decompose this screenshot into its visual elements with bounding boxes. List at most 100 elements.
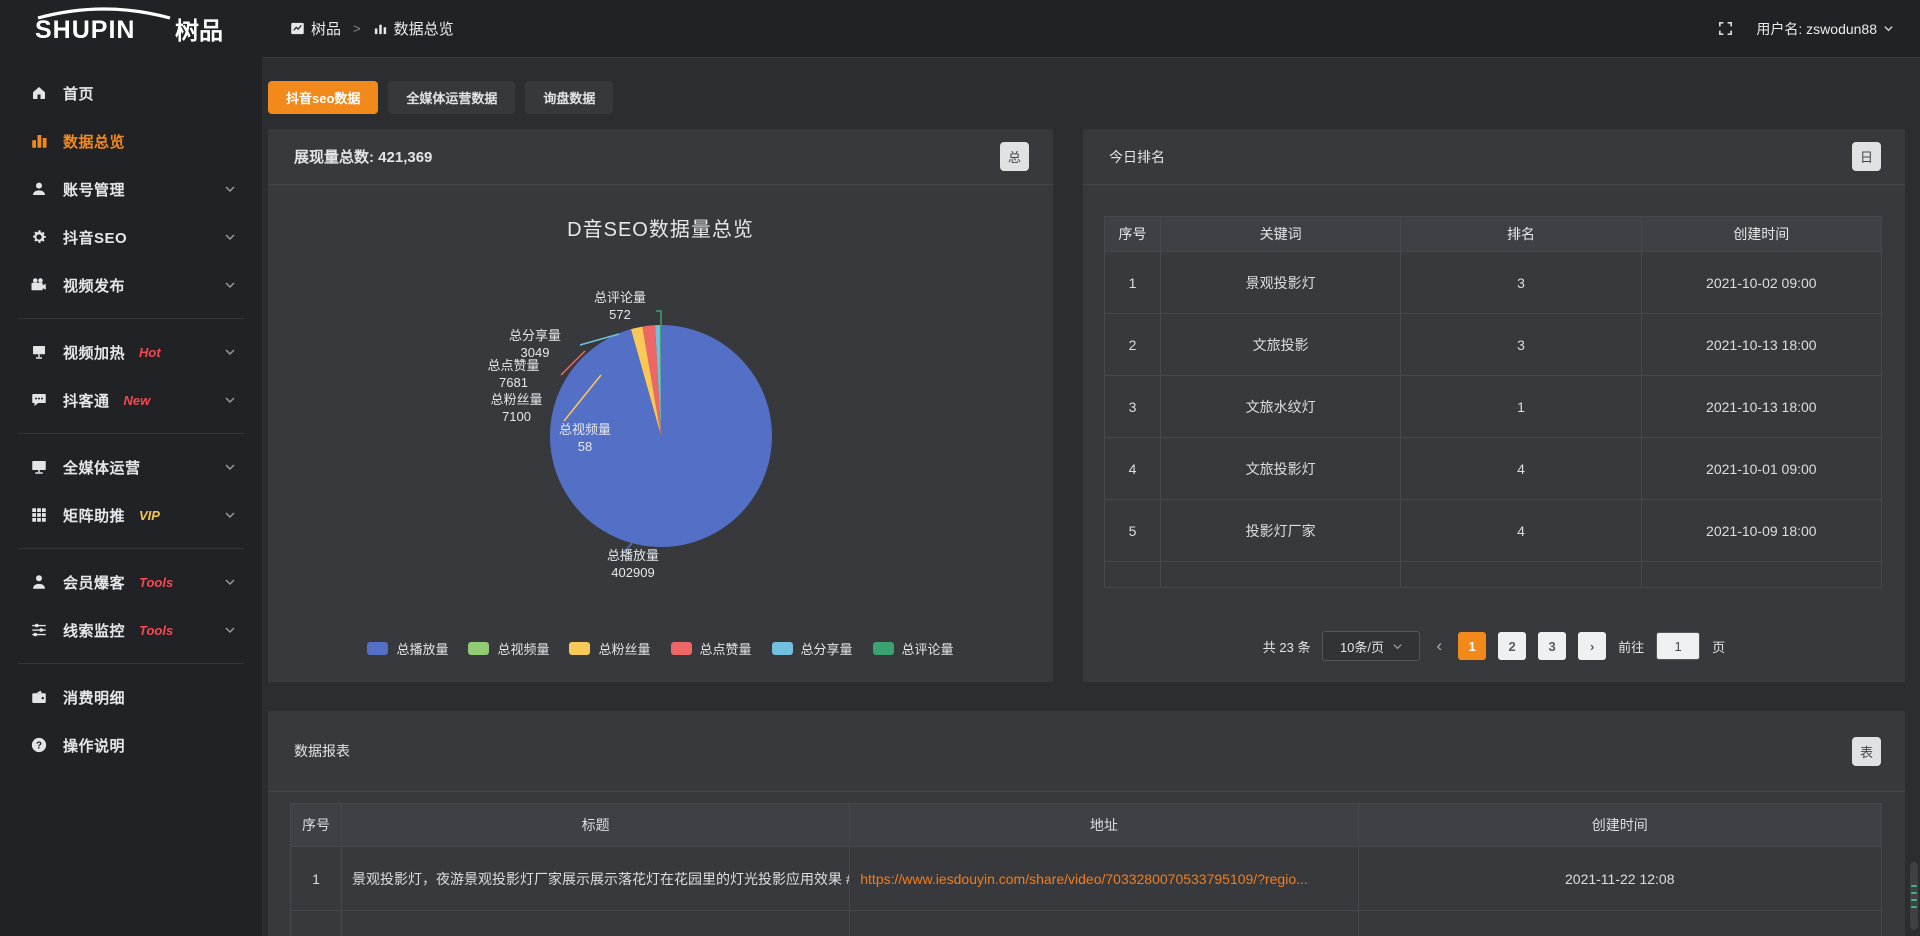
wallet-icon <box>30 688 48 706</box>
brand-logo[interactable]: SHUPIN 树品 <box>0 5 262 52</box>
cell-empty <box>291 911 342 936</box>
prev-page-button[interactable]: ‹ <box>1432 636 1446 656</box>
sidebar-item-label: 线索监控 <box>63 620 125 641</box>
ranking-badge-button[interactable]: 日 <box>1852 142 1881 171</box>
pie-label-plays: 总播放量402909 <box>588 547 678 581</box>
legend-item-shares[interactable]: 总分享量 <box>772 639 853 658</box>
cell-keyword: 文旅投影 <box>1161 314 1401 376</box>
sidebar-item-operation-guide[interactable]: ? 操作说明 <box>0 721 262 769</box>
topbar: SHUPIN 树品 树品 > 数据总览 用户名: zswodun88 <box>0 0 1920 57</box>
sidebar-item-media-operation[interactable]: 全媒体运营 <box>0 443 262 491</box>
sidebar-item-label: 矩阵助推 <box>63 505 125 526</box>
tab-media-operation-data[interactable]: 全媒体运营数据 <box>388 81 515 114</box>
sidebar-item-label: 全媒体运营 <box>63 457 141 478</box>
sidebar-divider <box>18 318 244 319</box>
cell-no: 2 <box>1105 314 1161 376</box>
sidebar-item-douketong[interactable]: 抖客通 New <box>0 376 262 424</box>
sidebar-item-clue-monitor[interactable]: 线索监控 Tools <box>0 606 262 654</box>
user-menu[interactable]: 用户名: zswodun88 <box>1756 19 1894 39</box>
cell-created: 2021-10-09 18:00 <box>1642 500 1882 562</box>
sidebar-item-member-baoke[interactable]: 会员爆客 Tools <box>0 558 262 606</box>
tools-badge: Tools <box>139 575 173 590</box>
cell-url-link[interactable]: https://www.iesdouyin.com/share/video/70… <box>850 847 1358 911</box>
goto-page-input[interactable] <box>1656 632 1700 660</box>
sidebar-item-douyin-seo[interactable]: 抖音SEO <box>0 213 262 261</box>
breadcrumb-page-label: 数据总览 <box>394 18 454 39</box>
chevron-down-icon <box>224 346 236 358</box>
chevron-down-icon <box>1883 23 1894 34</box>
next-page-button[interactable]: › <box>1578 632 1606 660</box>
video-camera-icon <box>30 276 48 294</box>
chevron-down-icon <box>224 231 236 243</box>
overview-badge-button[interactable]: 总 <box>1000 142 1029 171</box>
cell-title: 景观投影灯，夜游景观投影灯厂家展示展示落花灯在花园里的灯光投影应用效果 # <box>342 847 850 911</box>
cell-created: 2021-10-02 09:00 <box>1642 252 1882 314</box>
cell-empty <box>1105 562 1161 588</box>
chevron-down-icon <box>224 624 236 636</box>
column-header: 序号 <box>291 804 342 847</box>
grid-icon <box>30 506 48 524</box>
sidebar-item-home[interactable]: 首页 <box>0 69 262 117</box>
cell-created: 2021-10-01 09:00 <box>1642 438 1882 500</box>
ranking-panel: 今日排名 日 序号 关键词 排名 创建时间 1 景观投影灯 3 2021-10-… <box>1083 129 1905 682</box>
brand-logo-graphic: SHUPIN 树品 <box>28 5 238 47</box>
cell-rank: 4 <box>1401 500 1641 562</box>
legend-swatch <box>569 642 590 655</box>
svg-text:?: ? <box>36 740 42 751</box>
page-size-select[interactable]: 10条/页 <box>1322 631 1420 661</box>
column-header: 地址 <box>850 804 1358 847</box>
brand-latin: SHUPIN <box>35 16 135 44</box>
breadcrumb: 树品 > 数据总览 <box>290 18 454 39</box>
page-button-3[interactable]: 3 <box>1538 632 1566 660</box>
fullscreen-icon[interactable] <box>1717 20 1734 37</box>
cell-no: 1 <box>291 847 342 911</box>
legend-item-fans[interactable]: 总粉丝量 <box>569 639 650 658</box>
report-badge-button[interactable]: 表 <box>1852 737 1881 766</box>
new-badge: New <box>124 393 151 408</box>
sidebar-item-video-heat[interactable]: 视频加热 Hot <box>0 328 262 376</box>
cell-created: 2021-10-13 18:00 <box>1642 314 1882 376</box>
ranking-table: 序号 关键词 排名 创建时间 1 景观投影灯 3 2021-10-02 09:0… <box>1104 216 1882 588</box>
sidebar-item-matrix-boost[interactable]: 矩阵助推 VIP <box>0 491 262 539</box>
report-title: 数据报表 <box>294 741 350 761</box>
cell-created: 2021-11-22 12:08 <box>1359 847 1883 911</box>
column-header: 创建时间 <box>1642 217 1882 252</box>
pie-label-fans: 总粉丝量7100 <box>474 391 559 425</box>
sidebar-item-data-overview[interactable]: 数据总览 <box>0 117 262 165</box>
app-chart-icon <box>290 21 305 36</box>
pie-chart: D音SEO数据量总览 总评论量572 总分享量3049 总点赞量7681 总粉丝… <box>268 185 1053 646</box>
hot-badge: Hot <box>139 345 161 360</box>
sidebar-item-account-management[interactable]: 账号管理 <box>0 165 262 213</box>
legend-item-videos[interactable]: 总视频量 <box>468 639 549 658</box>
bar-chart-icon <box>373 21 388 36</box>
sidebar-item-label: 操作说明 <box>63 735 125 756</box>
chart-legend: 总播放量 总视频量 总粉丝量 总点赞量 总分享量 总评论量 <box>268 639 1053 658</box>
ranking-title: 今日排名 <box>1109 147 1165 167</box>
bar-chart-icon <box>30 132 48 150</box>
report-panel: 数据报表 表 序号 标题 地址 创建时间 1 景观投影灯，夜游景观投影灯厂家展示… <box>268 711 1905 936</box>
page-button-2[interactable]: 2 <box>1498 632 1526 660</box>
breadcrumb-app[interactable]: 树品 <box>290 18 341 39</box>
legend-item-comments[interactable]: 总评论量 <box>873 639 954 658</box>
tab-douyin-seo-data[interactable]: 抖音seo数据 <box>268 81 378 114</box>
cell-empty <box>850 911 1358 936</box>
page-button-1[interactable]: 1 <box>1458 632 1486 660</box>
leader-line-comments <box>656 311 661 327</box>
sidebar-item-label: 数据总览 <box>63 131 125 152</box>
tab-inquiry-data[interactable]: 询盘数据 <box>525 81 613 114</box>
home-icon <box>30 84 48 102</box>
sidebar-item-video-publish[interactable]: 视频发布 <box>0 261 262 309</box>
data-tabs: 抖音seo数据 全媒体运营数据 询盘数据 <box>268 81 613 114</box>
sidebar-item-consumption-detail[interactable]: 消费明细 <box>0 673 262 721</box>
goto-label: 前往 <box>1618 637 1644 656</box>
legend-swatch <box>873 642 894 655</box>
column-header: 排名 <box>1401 217 1641 252</box>
legend-item-likes[interactable]: 总点赞量 <box>671 639 752 658</box>
legend-swatch <box>671 642 692 655</box>
cell-rank: 3 <box>1401 252 1641 314</box>
cell-keyword: 文旅水纹灯 <box>1161 376 1401 438</box>
main-content: 抖音seo数据 全媒体运营数据 询盘数据 展现量总数: 421,369 总 D音… <box>262 57 1920 936</box>
legend-item-plays[interactable]: 总播放量 <box>367 639 448 658</box>
chevron-down-icon <box>1392 641 1403 652</box>
scrollbar-thumb[interactable] <box>1910 862 1918 930</box>
